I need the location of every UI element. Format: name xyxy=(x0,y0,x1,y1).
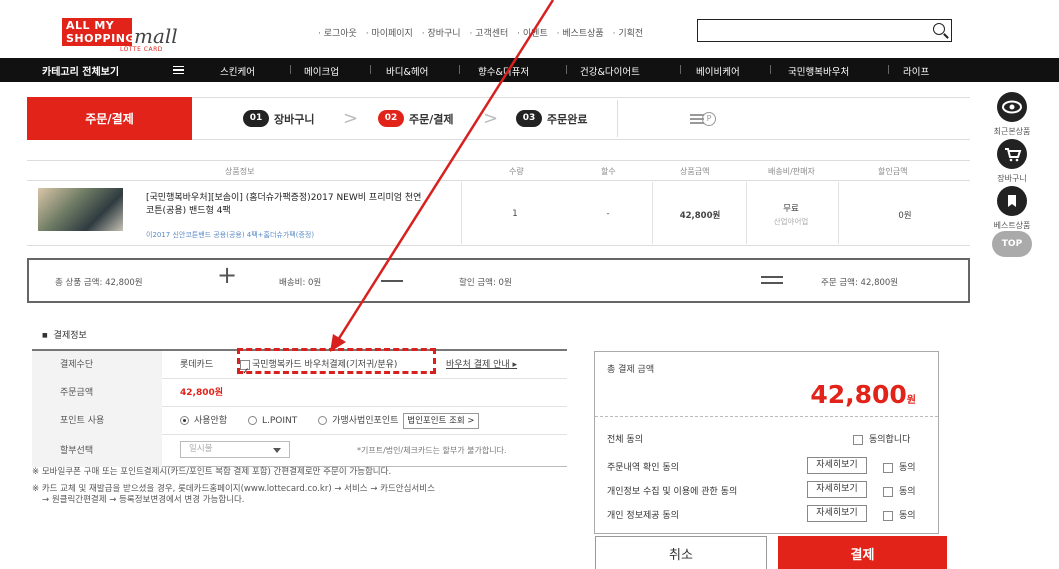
pay-button[interactable]: 결제 xyxy=(778,536,947,569)
agree-checkbox[interactable]: 동의 xyxy=(883,460,916,473)
divider xyxy=(595,416,938,417)
agree-all-checkbox[interactable]: 동의합니다 xyxy=(853,432,910,445)
details-button[interactable]: 자세히보기 xyxy=(807,457,867,474)
details-button[interactable]: 자세히보기 xyxy=(807,505,867,522)
agree-checkbox[interactable]: 동의 xyxy=(883,508,916,521)
cancel-button[interactable]: 취소 xyxy=(595,536,767,569)
details-button[interactable]: 자세히보기 xyxy=(807,481,867,498)
total-amount: 42,800원 xyxy=(810,380,916,409)
payment-summary: 총 결제 금액 42,800원 전체 동의 동의합니다 주문내역 확인 동의 자… xyxy=(594,351,939,534)
agree-checkbox[interactable]: 동의 xyxy=(883,484,916,497)
